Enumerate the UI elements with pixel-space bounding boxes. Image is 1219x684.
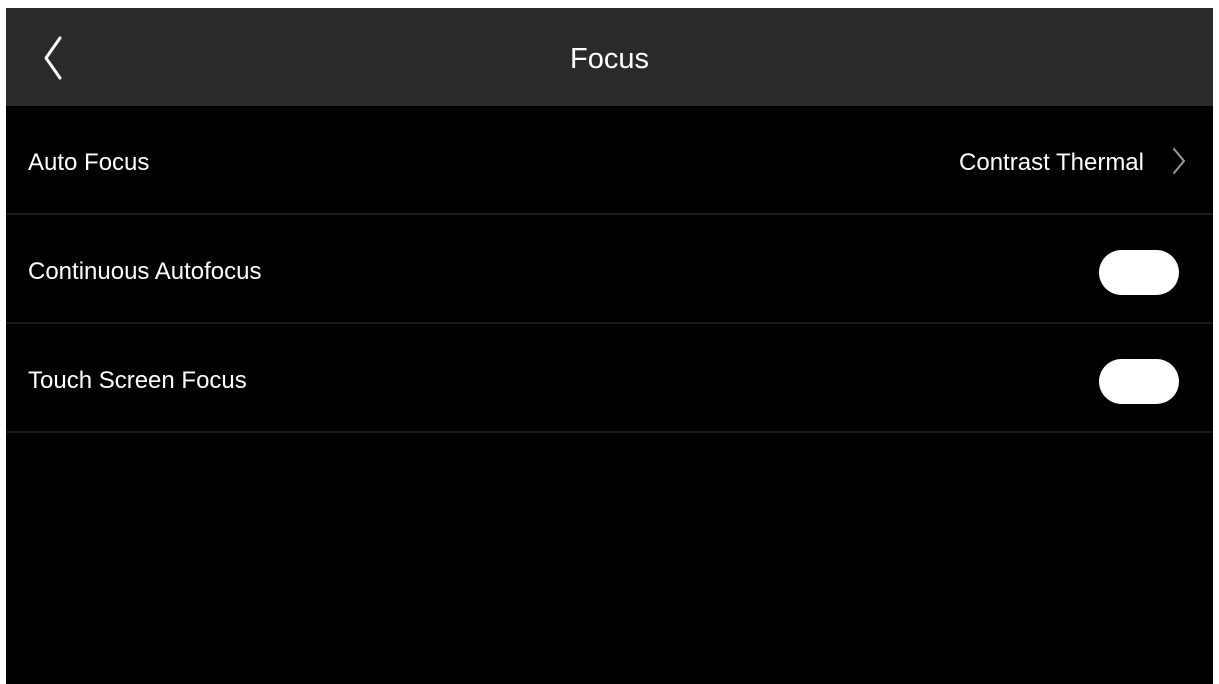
continuous-autofocus-toggle[interactable]: [1099, 250, 1179, 295]
back-button[interactable]: [26, 30, 82, 86]
page-title: Focus: [570, 43, 649, 75]
setting-label: Continuous Autofocus: [28, 258, 262, 285]
settings-list: Auto Focus Contrast Thermal Continuous A…: [6, 106, 1213, 433]
focus-settings-screen: Focus Auto Focus Contrast Thermal Contin…: [6, 8, 1213, 684]
setting-row-auto-focus[interactable]: Auto Focus Contrast Thermal: [6, 106, 1213, 215]
setting-row-continuous-autofocus: Continuous Autofocus: [6, 215, 1213, 324]
touch-screen-focus-toggle[interactable]: [1099, 359, 1179, 404]
setting-value: Contrast Thermal: [959, 149, 1144, 176]
header-bar: Focus: [6, 8, 1213, 106]
setting-label: Touch Screen Focus: [28, 367, 247, 394]
setting-label: Auto Focus: [28, 149, 150, 176]
chevron-left-icon: [44, 36, 62, 80]
setting-row-touch-screen-focus: Touch Screen Focus: [6, 324, 1213, 433]
chevron-right-icon: [1171, 145, 1187, 177]
